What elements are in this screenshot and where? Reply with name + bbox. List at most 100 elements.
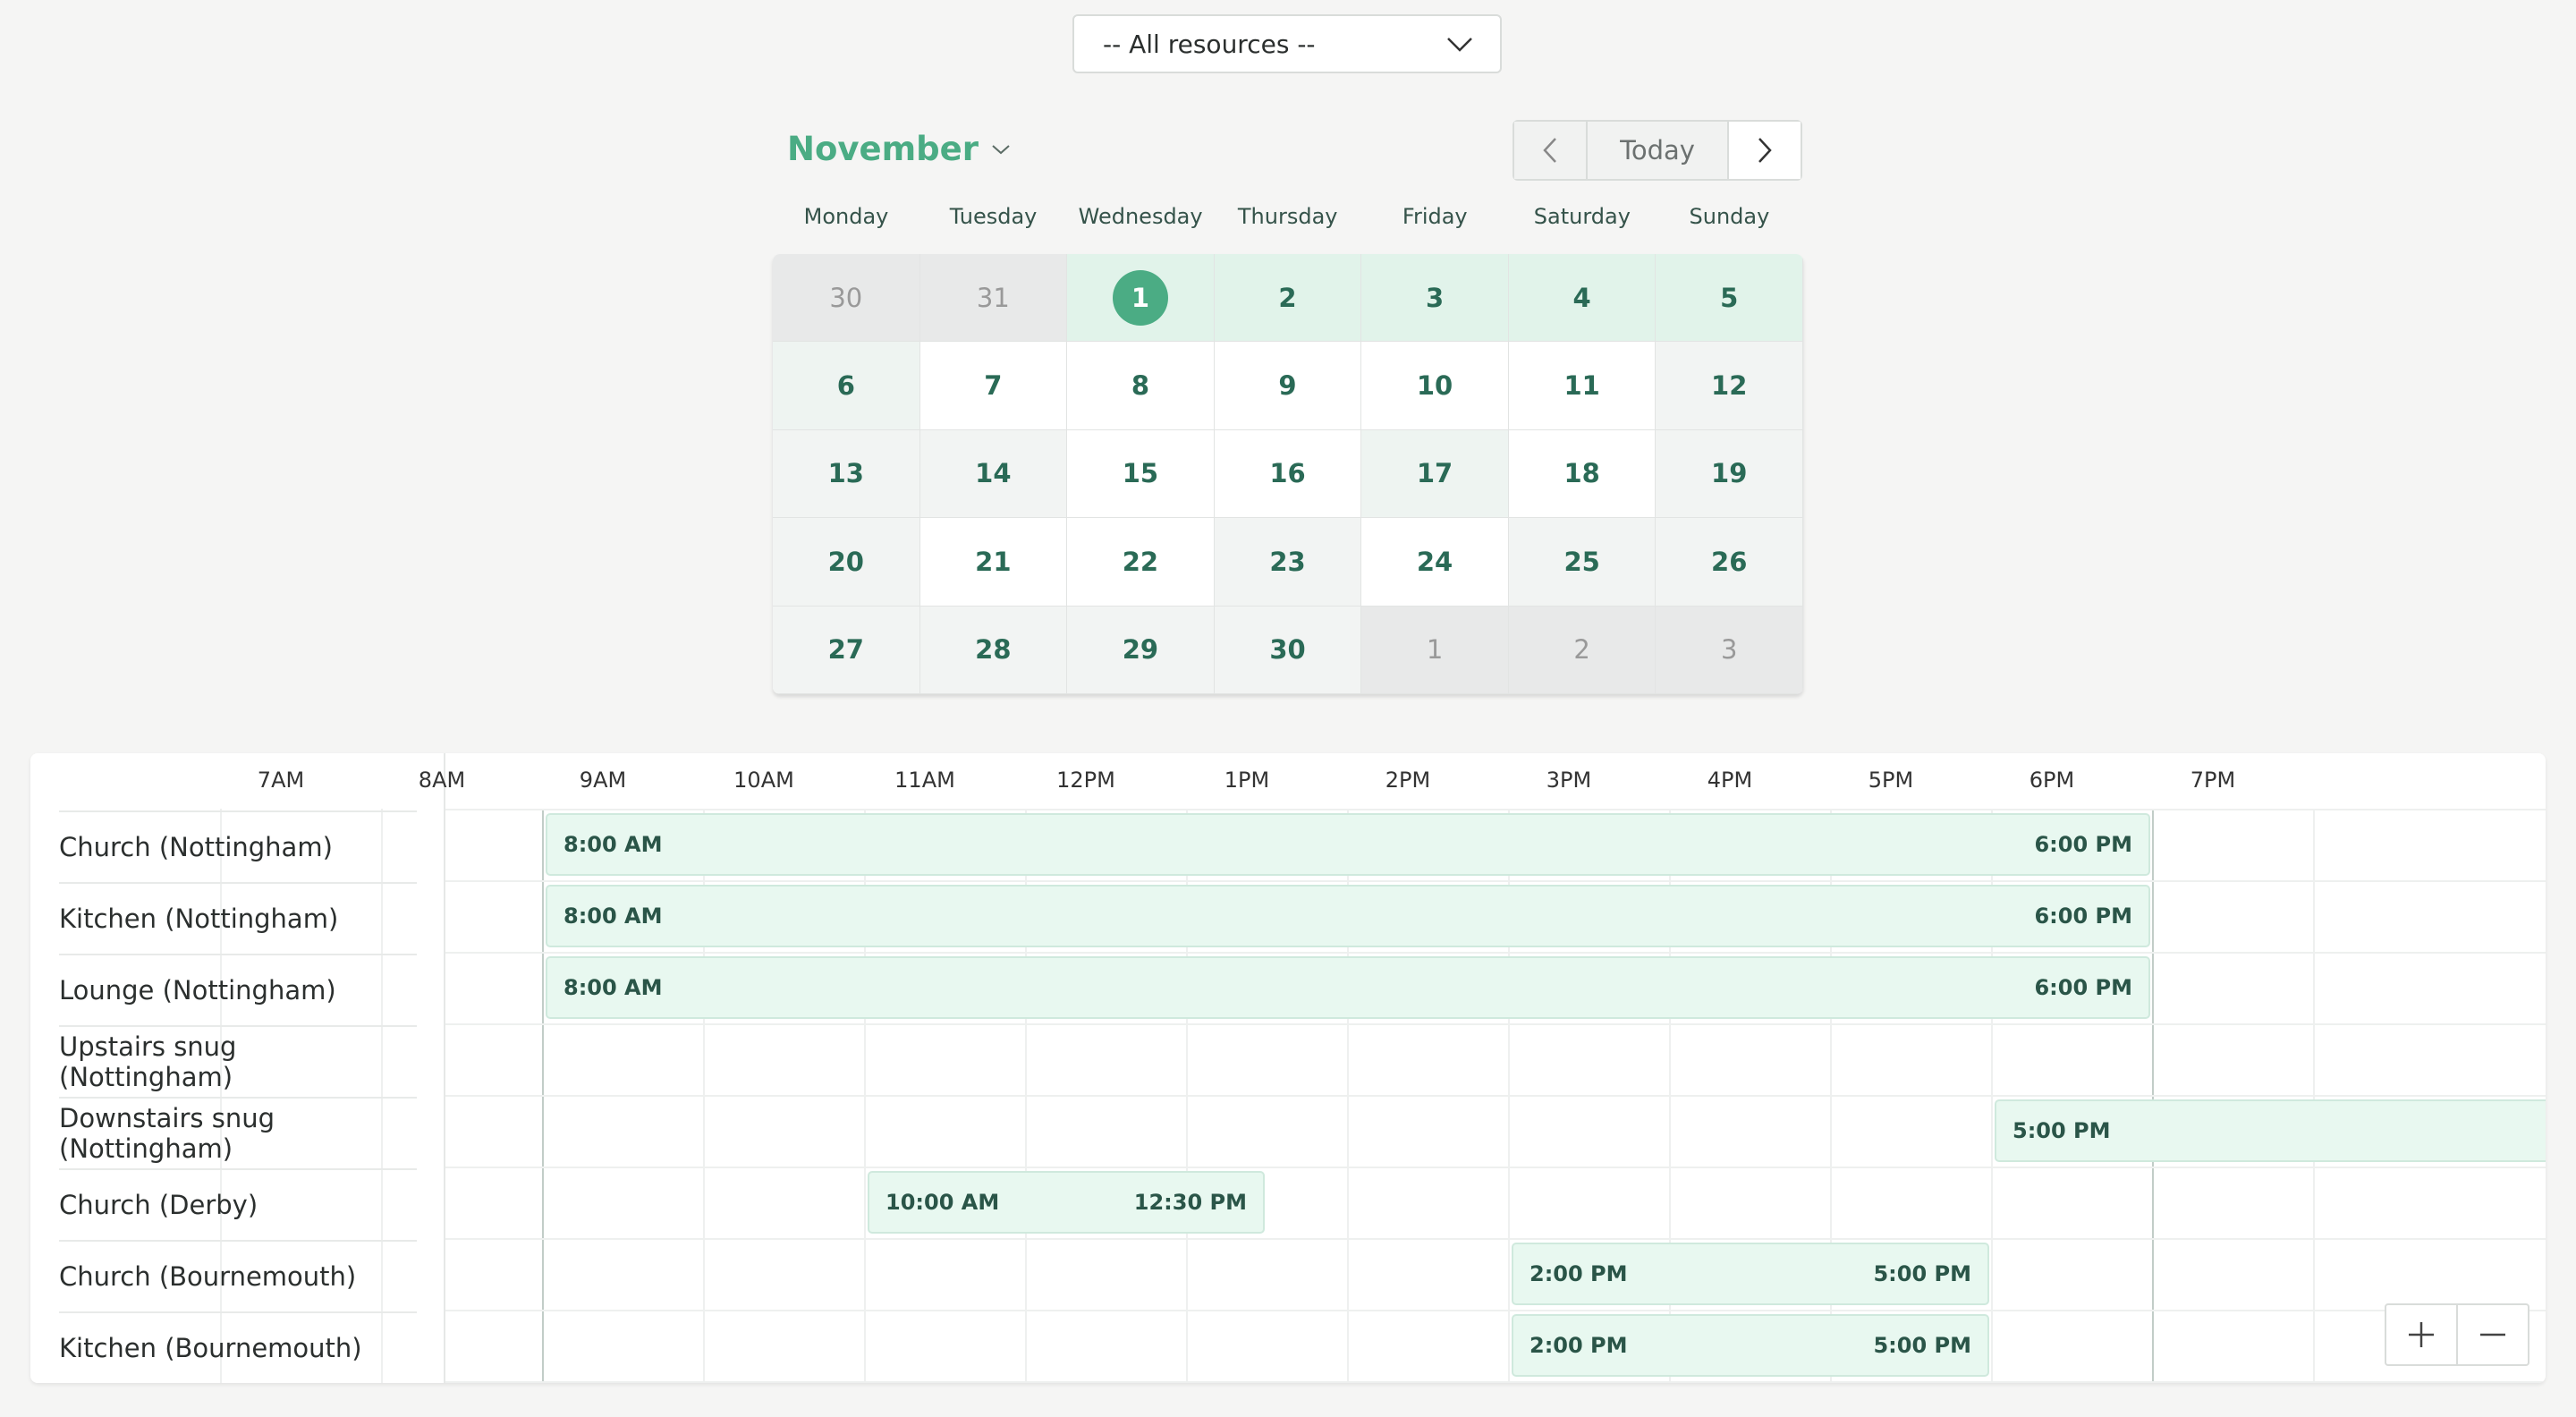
calendar-day[interactable]: 11 (1508, 342, 1657, 430)
weekday-header: Friday (1402, 204, 1468, 229)
plus-icon (2409, 1322, 2434, 1347)
hour-label: 10AM (733, 768, 794, 793)
calendar-day[interactable]: 4 (1508, 254, 1657, 343)
calendar-day[interactable]: 15 (1067, 429, 1215, 519)
row-divider (445, 1238, 2546, 1240)
hour-label: 4PM (1707, 768, 1753, 793)
zoom-in-button[interactable] (2386, 1305, 2458, 1364)
calendar-day[interactable]: 28 (919, 606, 1068, 694)
resource-timeline: 7AM 8AM 9AM 10AM 11AM 12PM 1PM 2PM 3PM 4PM 5PM 6PM 7… (30, 753, 2546, 1383)
calendar-day[interactable]: 2 (1508, 606, 1657, 694)
hour-label: 2PM (1385, 768, 1431, 793)
event-end-time: 12:30 PM (1133, 1190, 1247, 1215)
calendar-day[interactable]: 30 (773, 254, 920, 343)
event-end-time: 5:00 PM (1873, 1261, 1971, 1286)
resource-label: Kitchen (Nottingham) (59, 882, 417, 954)
resource-label: Lounge (Nottingham) (59, 954, 417, 1025)
calendar-day[interactable]: 8 (1067, 342, 1215, 430)
booking-event[interactable]: 2:00 PM 5:00 PM (1512, 1314, 1989, 1377)
event-end-time: 6:00 PM (2034, 904, 2132, 929)
hour-label: 8AM (418, 768, 466, 793)
event-end-time: 6:00 PM (2034, 975, 2132, 1000)
calendar-day[interactable]: 17 (1361, 429, 1509, 519)
event-end-time: 5:00 PM (1873, 1333, 1971, 1358)
calendar-day[interactable]: 14 (919, 429, 1068, 519)
month-picker[interactable]: November (787, 130, 1011, 168)
calendar-day[interactable]: 25 (1508, 518, 1657, 607)
event-start-time: 5:00 PM (2012, 1118, 2111, 1143)
calendar-day[interactable]: 6 (773, 342, 920, 430)
calendar-day[interactable]: 27 (773, 606, 920, 694)
hour-label: 12PM (1056, 768, 1115, 793)
row-divider (445, 1095, 2546, 1097)
calendar-day[interactable]: 21 (919, 518, 1068, 607)
calendar-day[interactable]: 1 (1361, 606, 1509, 694)
calendar-day[interactable]: 2 (1214, 254, 1362, 343)
resource-label: Downstairs snug (Nottingham) (59, 1097, 417, 1168)
calendar-day[interactable]: 22 (1067, 518, 1215, 607)
booking-event[interactable]: 2:00 PM 5:00 PM (1512, 1243, 1989, 1305)
booking-event[interactable]: 8:00 AM 6:00 PM (546, 885, 2150, 947)
calendar-day[interactable]: 30 (1214, 606, 1362, 694)
calendar-day[interactable]: 24 (1361, 518, 1509, 607)
next-month-button[interactable] (1729, 122, 1801, 179)
weekday-header: Tuesday (949, 204, 1038, 229)
resource-select-value: -- All resources -- (1103, 29, 1316, 59)
resource-column-divider (444, 753, 445, 1383)
booking-event[interactable]: 8:00 AM 6:00 PM (546, 813, 2150, 876)
calendar-day[interactable]: 18 (1508, 429, 1657, 519)
hour-label: 7PM (2190, 768, 2236, 793)
calendar-day[interactable]: 26 (1656, 518, 1803, 607)
weekday-header: Wednesday (1078, 204, 1203, 229)
prev-month-button[interactable] (1514, 122, 1588, 179)
event-start-time: 8:00 AM (564, 904, 663, 929)
calendar-day[interactable]: 7 (919, 342, 1068, 430)
booking-event[interactable]: 8:00 AM 6:00 PM (546, 956, 2150, 1019)
calendar-day[interactable]: 12 (1656, 342, 1803, 430)
event-start-time: 8:00 AM (564, 832, 663, 857)
calendar-day[interactable]: 10 (1361, 342, 1509, 430)
calendar-day[interactable]: 3 (1361, 254, 1509, 343)
hour-label: 5PM (1868, 768, 1914, 793)
hour-label: 9AM (579, 768, 627, 793)
hour-label: 6PM (2029, 768, 2075, 793)
calendar-day[interactable]: 13 (773, 429, 920, 519)
chevron-left-icon (1543, 138, 1556, 163)
resource-label: Upstairs snug (Nottingham) (59, 1025, 417, 1097)
today-button[interactable]: Today (1588, 122, 1729, 179)
chevron-down-icon (1447, 38, 1472, 52)
calendar-day[interactable]: 29 (1067, 606, 1215, 694)
calendar-day[interactable]: 3 (1656, 606, 1803, 694)
calendar-day[interactable]: 9 (1214, 342, 1362, 430)
calendar-day-selected[interactable]: 1 (1067, 254, 1215, 343)
calendar-day[interactable]: 20 (773, 518, 920, 607)
row-divider (445, 809, 2546, 810)
weekday-header: Monday (803, 204, 889, 229)
resource-select[interactable]: -- All resources -- (1072, 14, 1502, 73)
event-start-time: 8:00 AM (564, 975, 663, 1000)
row-divider (445, 880, 2546, 882)
resource-label: Kitchen (Bournemouth) (59, 1311, 417, 1383)
row-divider (445, 1310, 2546, 1311)
calendar-day[interactable]: 5 (1656, 254, 1803, 343)
calendar-day[interactable]: 16 (1214, 429, 1362, 519)
resource-label: Church (Nottingham) (59, 810, 417, 882)
calendar-day[interactable]: 31 (919, 254, 1068, 343)
chevron-right-icon (1758, 138, 1772, 163)
row-divider (445, 1381, 2546, 1383)
event-start-time: 2:00 PM (1530, 1333, 1628, 1358)
hour-label: 3PM (1546, 768, 1592, 793)
row-divider (445, 952, 2546, 954)
hour-label: 1PM (1224, 768, 1270, 793)
booking-event[interactable]: 10:00 AM 12:30 PM (868, 1171, 1265, 1234)
event-start-time: 10:00 AM (886, 1190, 1000, 1215)
selected-day-marker: 1 (1112, 269, 1168, 326)
calendar-day[interactable]: 23 (1214, 518, 1362, 607)
hour-label: 7AM (257, 768, 305, 793)
calendar-day[interactable]: 19 (1656, 429, 1803, 519)
weekday-header: Saturday (1533, 204, 1631, 229)
booking-event[interactable]: 5:00 PM (1995, 1099, 2546, 1162)
weekday-header: Sunday (1689, 204, 1770, 229)
zoom-out-button[interactable] (2458, 1305, 2528, 1364)
row-divider (445, 1167, 2546, 1168)
